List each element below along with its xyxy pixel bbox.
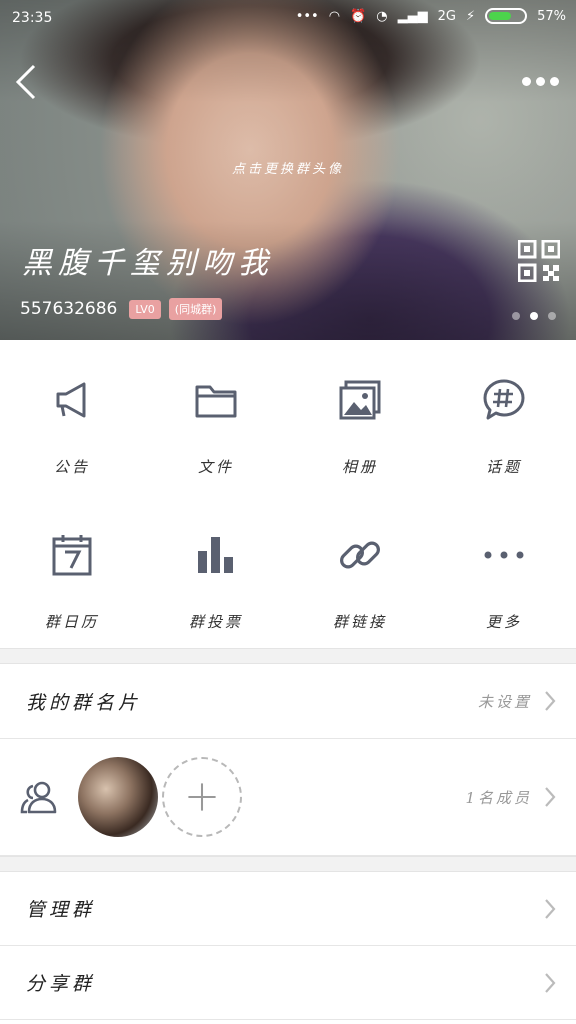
group-name: 黑腹千玺别吻我 bbox=[22, 246, 274, 281]
vote-button[interactable]: 群投票 bbox=[144, 495, 288, 648]
share-group-label: 分享群 bbox=[26, 973, 96, 995]
megaphone-icon bbox=[56, 382, 86, 418]
charging-icon: ⚡ bbox=[465, 8, 476, 24]
level-badge: LV0 bbox=[129, 299, 161, 319]
cover-page-indicator bbox=[512, 312, 556, 320]
share-group-row[interactable]: 分享群 bbox=[0, 946, 576, 1020]
topics-label: 话题 bbox=[485, 458, 522, 476]
calendar-icon bbox=[52, 535, 92, 576]
members-icon bbox=[20, 781, 57, 814]
manage-group-label: 管理群 bbox=[26, 899, 96, 921]
section-divider bbox=[0, 648, 576, 664]
qr-code-icon bbox=[517, 239, 561, 283]
my-group-card-value: 未设置 bbox=[477, 692, 532, 711]
signal-icon: ▂▄▆ bbox=[397, 8, 428, 24]
group-link-label: 群链接 bbox=[332, 613, 387, 631]
manage-group-row[interactable]: 管理群 bbox=[0, 872, 576, 946]
battery-icon bbox=[485, 8, 528, 24]
status-icons: ••• ◠ ⏰ ◔ ▂▄▆ 2G ⚡ 57% bbox=[296, 8, 566, 24]
album-label: 相册 bbox=[341, 458, 378, 476]
album-icon bbox=[339, 380, 381, 420]
more-options-button[interactable] bbox=[522, 68, 562, 94]
headset-icon: ◠ bbox=[328, 8, 341, 24]
files-button[interactable]: 文件 bbox=[144, 340, 288, 495]
album-button[interactable]: 相册 bbox=[288, 340, 432, 495]
page-dot bbox=[548, 312, 556, 320]
chevron-right-icon bbox=[545, 691, 556, 711]
chevron-right-icon bbox=[545, 787, 556, 807]
status-bar: 23:35 ••• ◠ ⏰ ◔ ▂▄▆ 2G ⚡ 57% bbox=[0, 0, 576, 38]
wifi-icon: ◔ bbox=[376, 8, 388, 24]
notification-dots-icon: ••• bbox=[295, 8, 319, 24]
chevron-right-icon bbox=[545, 898, 556, 919]
member-avatar[interactable] bbox=[78, 757, 158, 837]
group-meta: 557632686 LV0 (同城群) bbox=[20, 298, 223, 320]
my-group-card-row[interactable]: 我的群名片 未设置 bbox=[0, 664, 576, 739]
network-type: 2G bbox=[437, 8, 456, 24]
calendar-label: 群日历 bbox=[44, 613, 99, 631]
announcement-label: 公告 bbox=[53, 458, 90, 476]
qr-code-button[interactable] bbox=[517, 239, 561, 283]
status-time: 23:35 bbox=[12, 10, 53, 26]
back-button[interactable] bbox=[14, 62, 40, 102]
more-dots-icon bbox=[484, 551, 524, 559]
calendar-button[interactable]: 群日历 bbox=[0, 495, 144, 648]
group-type-badge: (同城群) bbox=[168, 298, 223, 320]
battery-percent: 57% bbox=[537, 8, 566, 24]
bar-chart-icon bbox=[198, 537, 233, 573]
link-icon bbox=[340, 541, 380, 569]
member-count: 1名成员 bbox=[465, 788, 532, 807]
change-avatar-hint[interactable]: 点击更换群头像 bbox=[0, 158, 576, 177]
alarm-icon: ⏰ bbox=[350, 8, 367, 24]
group-id: 557632686 bbox=[20, 299, 118, 319]
vote-label: 群投票 bbox=[188, 613, 243, 631]
more-features-label: 更多 bbox=[485, 613, 522, 631]
plus-icon bbox=[188, 783, 216, 811]
chevron-left-icon bbox=[15, 64, 36, 100]
folder-icon bbox=[195, 385, 237, 418]
group-link-button[interactable]: 群链接 bbox=[288, 495, 432, 648]
section-divider bbox=[0, 856, 576, 872]
topics-button[interactable]: 话题 bbox=[432, 340, 576, 495]
page-dot-active bbox=[530, 312, 538, 320]
more-features-button[interactable]: 更多 bbox=[432, 495, 576, 648]
files-label: 文件 bbox=[197, 458, 234, 476]
my-group-card-title: 我的群名片 bbox=[26, 691, 142, 714]
page-dot bbox=[512, 312, 520, 320]
hashtag-bubble-icon bbox=[483, 379, 525, 420]
chevron-right-icon bbox=[545, 972, 556, 993]
feature-grid: 公告 文件 相册 话题 群日历 群投票 群链接 更多 bbox=[0, 340, 576, 648]
members-row[interactable]: 1名成员 bbox=[0, 739, 576, 856]
announcement-button[interactable]: 公告 bbox=[0, 340, 144, 495]
add-member-button[interactable] bbox=[162, 757, 242, 837]
